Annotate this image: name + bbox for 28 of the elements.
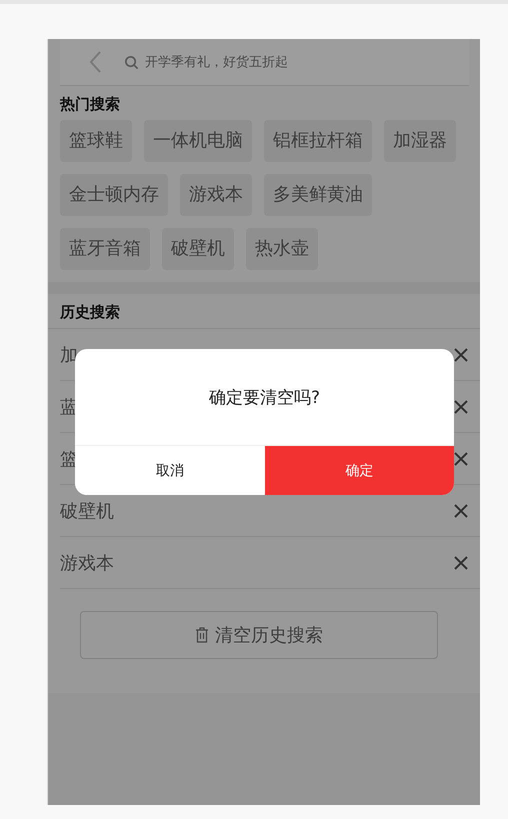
search-tag[interactable]: 一体机电脑 xyxy=(144,120,252,162)
history-item[interactable]: 篮 xyxy=(60,446,78,470)
history-item[interactable]: 破壁机 xyxy=(60,498,114,522)
trash-icon xyxy=(195,627,209,643)
history-item[interactable]: 蓝 xyxy=(60,394,78,418)
search-tag[interactable]: 加湿器 xyxy=(384,120,456,162)
close-icon[interactable] xyxy=(454,452,468,466)
search-tag[interactable]: 篮球鞋 xyxy=(60,120,132,162)
confirm-button[interactable]: 确定 xyxy=(264,446,454,495)
search-tag[interactable]: 热水壶 xyxy=(246,228,318,270)
section-title: 历史搜索 xyxy=(48,294,480,329)
history-item[interactable]: 加 xyxy=(60,342,78,366)
close-icon[interactable] xyxy=(454,556,468,570)
history-item[interactable]: 游戏本 xyxy=(60,550,114,574)
search-field[interactable]: 开学季有礼，好货五折起 xyxy=(124,53,288,71)
close-icon[interactable] xyxy=(454,400,468,414)
search-tag[interactable]: 蓝牙音箱 xyxy=(60,228,150,270)
search-icon xyxy=(124,54,139,70)
close-icon[interactable] xyxy=(454,348,468,362)
close-icon[interactable] xyxy=(454,504,468,518)
search-tag[interactable]: 金士顿内存 xyxy=(60,174,168,216)
search-tag[interactable]: 多美鲜黄油 xyxy=(264,174,372,216)
search-tag[interactable]: 游戏本 xyxy=(180,174,252,216)
search-tag[interactable]: 铝框拉杆箱 xyxy=(264,120,372,162)
search-tag[interactable]: 破壁机 xyxy=(162,228,234,270)
section-title: 热门搜索 xyxy=(60,94,121,115)
dialog-message: 确定要清空吗? xyxy=(208,386,320,408)
clear-history-button[interactable]: 清空历史搜索 xyxy=(80,611,438,659)
